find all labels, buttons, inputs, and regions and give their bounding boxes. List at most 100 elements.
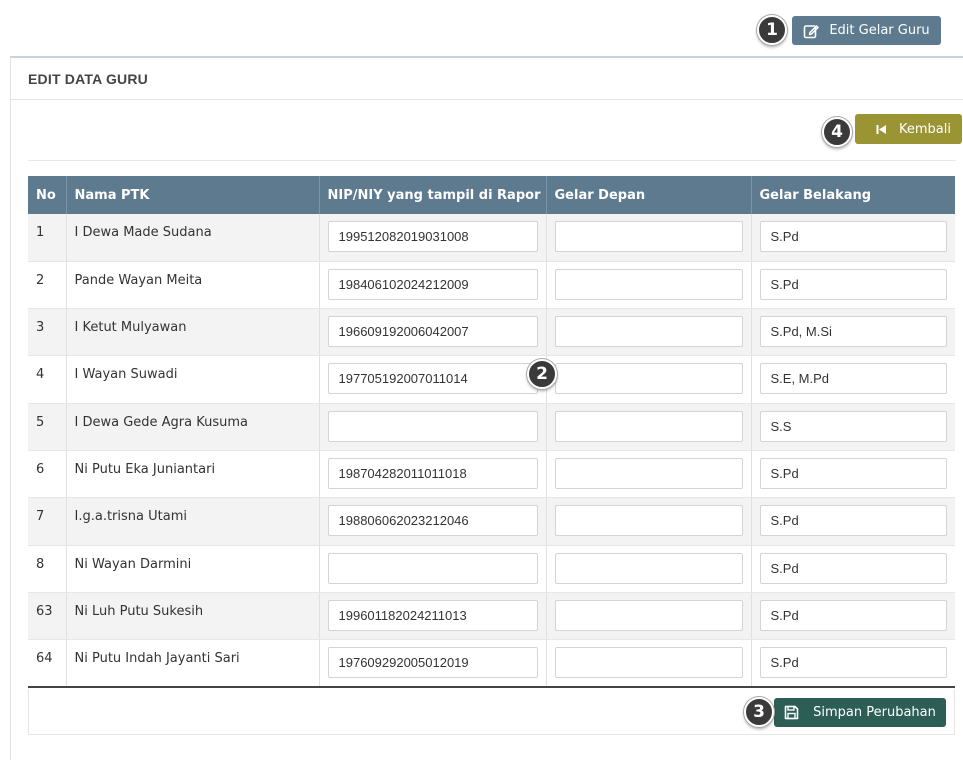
nip-input[interactable] [327, 268, 538, 300]
gelar-depan-input[interactable] [554, 599, 743, 631]
nip-cell [319, 639, 547, 688]
row-number: 64 [28, 639, 67, 688]
nama-ptk: Ni Wayan Darmini [66, 545, 320, 593]
gelar-depan-cell [546, 450, 752, 499]
table-row: 6 Ni Putu Eka Juniantari [28, 450, 955, 499]
gelar-belakang-cell [751, 545, 955, 593]
gelar-belakang-cell [751, 214, 955, 262]
gelar-belakang-input[interactable] [759, 268, 947, 300]
nama-ptk: Ni Luh Putu Sukesih [66, 592, 320, 641]
skip-back-icon [876, 124, 886, 134]
gelar-belakang-input[interactable] [759, 505, 947, 537]
gelar-belakang-cell [751, 639, 955, 688]
gelar-belakang-cell [751, 308, 955, 357]
nip-input[interactable] [327, 363, 538, 395]
nip-input[interactable] [327, 410, 538, 442]
nip-input[interactable] [327, 457, 538, 489]
simpan-perubahan-label: Simpan Perubahan [813, 705, 936, 720]
panel-header: EDIT DATA GURU [11, 58, 963, 100]
panel-toolbar [28, 100, 956, 161]
nip-cell [319, 308, 547, 357]
nama-ptk: Ni Putu Eka Juniantari [66, 450, 320, 499]
table-row: 1I Dewa Made Sudana [28, 214, 955, 262]
nip-cell [319, 592, 547, 641]
gelar-depan-input[interactable] [554, 363, 743, 395]
gelar-belakang-input[interactable] [759, 457, 947, 489]
callout-marker-2: 2 [527, 359, 557, 389]
column-header-nama-ptk: Nama PTK [66, 176, 320, 214]
callout-marker-4: 4 [822, 117, 852, 147]
table-row: 7 I.g.a.trisna Utami [28, 497, 955, 546]
kembali-button[interactable]: Kembali [855, 114, 962, 144]
simpan-perubahan-button[interactable]: Simpan Perubahan [774, 698, 946, 727]
table-row: 63 Ni Luh Putu Sukesih [28, 592, 955, 641]
row-number: 1 [28, 214, 67, 262]
gelar-depan-cell [546, 355, 752, 404]
nip-input[interactable] [327, 505, 538, 537]
gelar-depan-input[interactable] [554, 457, 743, 489]
gelar-belakang-cell [751, 403, 955, 451]
gelar-depan-cell [546, 592, 752, 641]
table-row: 2 Pande Wayan Meita [28, 261, 955, 310]
gelar-belakang-cell [751, 450, 955, 499]
gelar-depan-input[interactable] [554, 316, 743, 348]
gelar-depan-cell [546, 639, 752, 688]
gelar-belakang-input[interactable] [759, 647, 947, 679]
nip-cell [319, 214, 547, 262]
nip-cell [319, 545, 547, 593]
nip-cell [319, 355, 547, 404]
row-number: 8 [28, 545, 67, 593]
nip-input[interactable] [327, 647, 538, 679]
table-row: 4I Wayan Suwadi [28, 355, 955, 404]
row-number: 63 [28, 592, 67, 641]
callout-marker-1: 1 [757, 15, 787, 45]
gelar-depan-input[interactable] [554, 268, 743, 300]
nip-cell [319, 497, 547, 546]
gelar-belakang-input[interactable] [759, 552, 947, 584]
column-header-gelar-depan: Gelar Depan [546, 176, 752, 214]
nip-cell [319, 450, 547, 499]
nama-ptk: I.g.a.trisna Utami [66, 497, 320, 546]
gelar-belakang-cell [751, 592, 955, 641]
nip-cell [319, 403, 547, 451]
row-number: 3 [28, 308, 67, 357]
column-header-gelar-belakang: Gelar Belakang [751, 176, 955, 214]
kembali-label: Kembali [899, 121, 951, 137]
guru-table: No Nama PTK NIP/NIY yang tampil di Rapor… [28, 176, 955, 688]
edit-gelar-guru-button[interactable]: Edit Gelar Guru [792, 16, 941, 45]
nama-ptk: I Wayan Suwadi [66, 355, 320, 404]
nip-input[interactable] [327, 599, 538, 631]
save-icon [784, 705, 799, 720]
gelar-depan-input[interactable] [554, 552, 743, 584]
gelar-belakang-input[interactable] [759, 221, 947, 252]
row-number: 2 [28, 261, 67, 310]
gelar-belakang-input[interactable] [759, 363, 947, 395]
row-number: 7 [28, 497, 67, 546]
gelar-depan-input[interactable] [554, 410, 743, 442]
gelar-depan-cell [546, 214, 752, 262]
column-header-nip: NIP/NIY yang tampil di Rapor [319, 176, 547, 214]
gelar-belakang-input[interactable] [759, 316, 947, 348]
gelar-depan-cell [546, 403, 752, 451]
nip-input[interactable] [327, 221, 538, 252]
nip-input[interactable] [327, 316, 538, 348]
gelar-depan-input[interactable] [554, 221, 743, 252]
gelar-belakang-input[interactable] [759, 410, 947, 442]
edit-gelar-guru-label: Edit Gelar Guru [829, 23, 930, 38]
nama-ptk: Ni Putu Indah Jayanti Sari [66, 639, 320, 688]
gelar-depan-cell [546, 497, 752, 546]
gelar-belakang-input[interactable] [759, 599, 947, 631]
gelar-belakang-cell [751, 497, 955, 546]
gelar-depan-cell [546, 261, 752, 310]
page-title: EDIT DATA GURU [28, 70, 148, 87]
table-row: 5I Dewa Gede Agra Kusuma [28, 403, 955, 451]
nama-ptk: I Dewa Made Sudana [66, 214, 320, 262]
table-row: 8 Ni Wayan Darmini [28, 545, 955, 593]
nip-input[interactable] [327, 552, 538, 584]
gelar-depan-input[interactable] [554, 647, 743, 679]
gelar-depan-input[interactable] [554, 505, 743, 537]
row-number: 6 [28, 450, 67, 499]
gelar-belakang-cell [751, 355, 955, 404]
top-bar: Edit Gelar Guru [0, 0, 963, 56]
gelar-depan-cell [546, 308, 752, 357]
